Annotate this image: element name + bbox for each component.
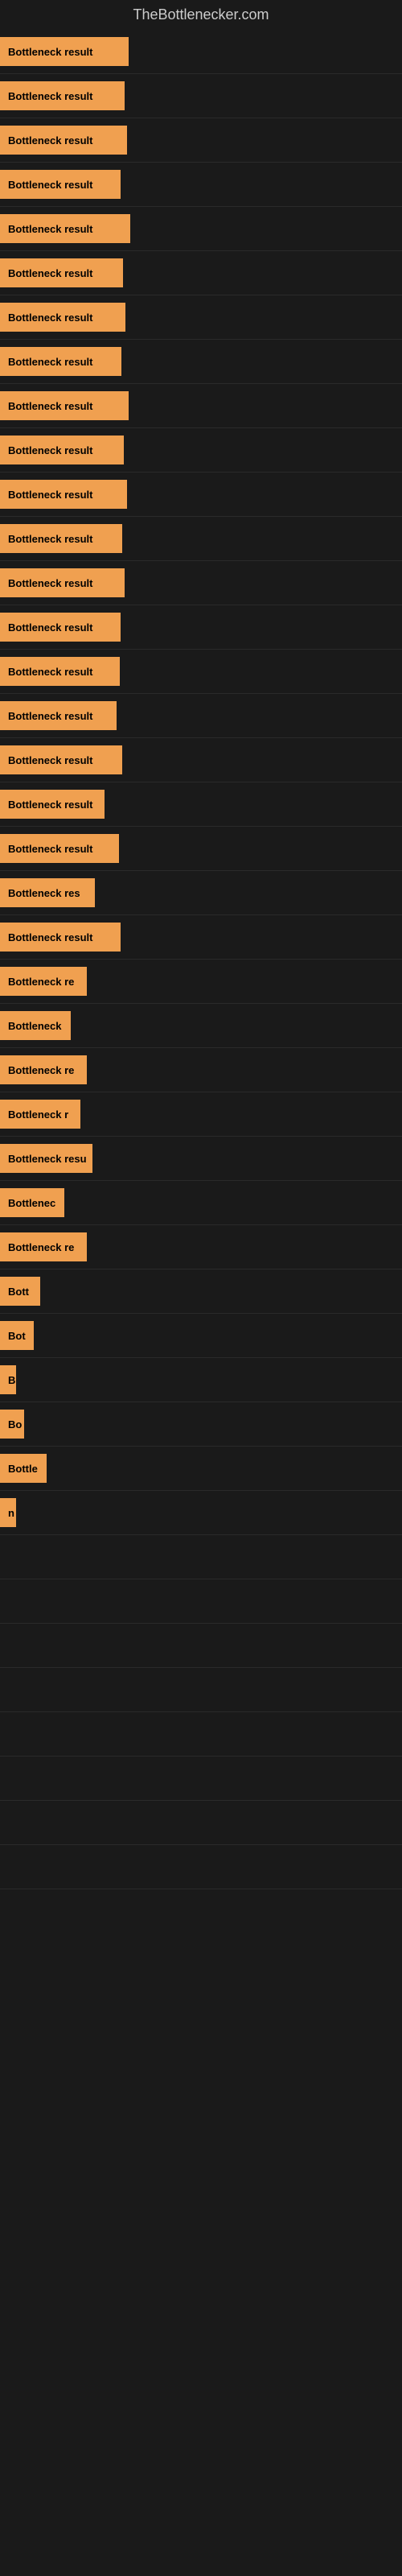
bar-row (0, 1535, 402, 1579)
bottleneck-bar: Bottleneck result (0, 258, 123, 287)
bar-row: Bo (0, 1402, 402, 1447)
bar-row: Bottleneck result (0, 738, 402, 782)
bottleneck-bar: Bottleneck result (0, 790, 105, 819)
bottleneck-bar: Bottleneck result (0, 745, 122, 774)
bottleneck-bar: Bottleneck result (0, 834, 119, 863)
bottleneck-bar: Bottleneck result (0, 81, 125, 110)
bar-row: Bottle (0, 1447, 402, 1491)
bar-row: Bottleneck result (0, 118, 402, 163)
bottleneck-bar: Bott (0, 1277, 40, 1306)
bar-row (0, 1845, 402, 1889)
bottleneck-bar: Bottleneck resu (0, 1144, 92, 1173)
bar-row: Bottleneck (0, 1004, 402, 1048)
bottleneck-bar: n (0, 1498, 16, 1527)
bar-row: Bottleneck result (0, 428, 402, 473)
bottleneck-bar: Bot (0, 1321, 34, 1350)
bar-row: Bottleneck re (0, 1048, 402, 1092)
bar-row: Bottleneck result (0, 915, 402, 960)
bar-row: Bottleneck result (0, 605, 402, 650)
bottleneck-bar: Bottleneck re (0, 967, 87, 996)
bar-row (0, 1712, 402, 1757)
bar-row (0, 1668, 402, 1712)
bottleneck-bar: Bottleneck (0, 1011, 71, 1040)
bottleneck-bar: B (0, 1365, 16, 1394)
bar-row: Bot (0, 1314, 402, 1358)
bar-row: Bottleneck re (0, 960, 402, 1004)
site-title: TheBottlenecker.com (0, 0, 402, 30)
bar-row: Bottleneck result (0, 30, 402, 74)
bottleneck-bar: Bottleneck result (0, 214, 130, 243)
bar-row: B (0, 1358, 402, 1402)
bar-row: Bottleneck result (0, 782, 402, 827)
bottleneck-bar: Bottleneck result (0, 613, 121, 642)
bar-row: Bottleneck result (0, 650, 402, 694)
bottleneck-bar: Bottlenec (0, 1188, 64, 1217)
bar-row: Bottleneck result (0, 251, 402, 295)
bar-row: Bottleneck result (0, 295, 402, 340)
bottleneck-bar: Bo (0, 1410, 24, 1439)
bottleneck-bar: Bottleneck re (0, 1055, 87, 1084)
bar-row: Bottleneck re (0, 1225, 402, 1269)
bar-row: Bottleneck res (0, 871, 402, 915)
bottleneck-bar: Bottleneck result (0, 170, 121, 199)
bottleneck-bar: Bottleneck result (0, 657, 120, 686)
bar-row: Bottleneck result (0, 207, 402, 251)
bar-row: Bottleneck result (0, 694, 402, 738)
bottleneck-bar: Bottleneck res (0, 878, 95, 907)
bar-row: Bottlenec (0, 1181, 402, 1225)
bar-row: n (0, 1491, 402, 1535)
bottleneck-bar: Bottle (0, 1454, 47, 1483)
bar-row (0, 1624, 402, 1668)
bottleneck-bar: Bottleneck result (0, 303, 125, 332)
bar-row (0, 1801, 402, 1845)
bottleneck-bar: Bottleneck result (0, 701, 117, 730)
bar-row: Bottleneck result (0, 517, 402, 561)
bar-row: Bottleneck r (0, 1092, 402, 1137)
bottleneck-bar: Bottleneck result (0, 480, 127, 509)
bar-row: Bottleneck result (0, 340, 402, 384)
bottleneck-bar: Bottleneck result (0, 436, 124, 464)
bottleneck-bar: Bottleneck result (0, 126, 127, 155)
bottleneck-bar: Bottleneck result (0, 524, 122, 553)
bar-row: Bottleneck result (0, 561, 402, 605)
bottleneck-bar: Bottleneck result (0, 37, 129, 66)
bottleneck-bar: Bottleneck result (0, 347, 121, 376)
bottleneck-bar: Bottleneck r (0, 1100, 80, 1129)
bar-row: Bottleneck result (0, 384, 402, 428)
bar-row: Bottleneck result (0, 163, 402, 207)
bar-row: Bottleneck resu (0, 1137, 402, 1181)
bottleneck-bar: Bottleneck result (0, 923, 121, 952)
bar-row: Bottleneck result (0, 74, 402, 118)
bottleneck-bar: Bottleneck re (0, 1232, 87, 1261)
bottleneck-bar: Bottleneck result (0, 568, 125, 597)
bar-row (0, 1579, 402, 1624)
bar-row: Bottleneck result (0, 473, 402, 517)
bar-row: Bott (0, 1269, 402, 1314)
bar-row (0, 1757, 402, 1801)
bars-container: Bottleneck result Bottleneck result Bottle… (0, 30, 402, 1889)
bar-row: Bottleneck result (0, 827, 402, 871)
bottleneck-bar: Bottleneck result (0, 391, 129, 420)
